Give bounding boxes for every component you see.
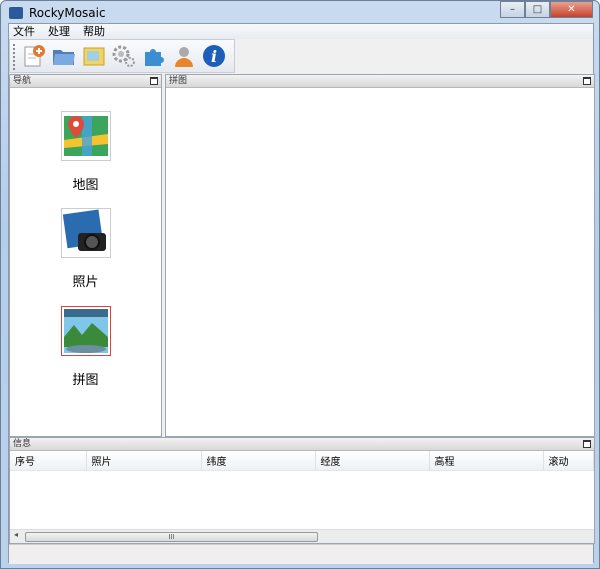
horizontal-scrollbar[interactable]: ◂ III <box>10 529 594 543</box>
column-header-index[interactable]: 序号 <box>10 451 87 471</box>
column-header-elevation[interactable]: 高程 <box>429 451 544 471</box>
open-folder-icon[interactable] <box>52 44 76 68</box>
mosaic-icon <box>60 306 111 356</box>
column-header-roll[interactable]: 滚动 <box>543 451 594 471</box>
pin-icon[interactable] <box>583 77 591 85</box>
menu-help[interactable]: 帮助 <box>83 24 105 39</box>
camera-icon <box>60 208 111 258</box>
info-table: 序号 照片 纬度 经度 高程 滚动 <box>10 451 594 471</box>
status-bar <box>9 544 593 564</box>
nav-panel-title: 导航 <box>13 76 32 86</box>
title-bar: RockyMosaic <box>9 4 106 22</box>
map-icon <box>60 111 111 161</box>
nav-item-photo[interactable]: 照片 <box>10 208 161 290</box>
nav-label-map: 地图 <box>72 178 99 193</box>
column-header-photo[interactable]: 照片 <box>86 451 202 471</box>
new-project-icon[interactable] <box>22 44 46 68</box>
nav-panel: 导航 地图 照片 拼图 <box>9 74 162 437</box>
maximize-button[interactable]: □ <box>525 1 550 18</box>
nav-item-mosaic[interactable]: 拼图 <box>10 306 161 388</box>
nav-item-map[interactable]: 地图 <box>10 111 161 193</box>
menu-file[interactable]: 文件 <box>13 24 35 39</box>
window-title: RockyMosaic <box>29 6 106 20</box>
menu-bar: 文件 处理 帮助 <box>9 24 593 39</box>
app-icon <box>9 7 23 19</box>
import-icon[interactable] <box>82 44 106 68</box>
pin-icon[interactable] <box>583 440 591 448</box>
settings-icon[interactable] <box>112 44 136 68</box>
nav-label-mosaic: 拼图 <box>72 373 99 388</box>
close-button[interactable]: ✕ <box>550 1 593 18</box>
pin-icon[interactable] <box>150 77 158 85</box>
nav-label-photo: 照片 <box>72 275 99 290</box>
info-panel-title: 信息 <box>13 439 32 449</box>
info-panel: 信息 序号 照片 纬度 经度 高程 滚动 ◂ III <box>9 437 595 544</box>
plugin-icon[interactable] <box>142 44 166 68</box>
scrollbar-thumb[interactable]: III <box>25 532 318 542</box>
scroll-left-arrow-icon[interactable]: ◂ <box>14 530 18 539</box>
menu-process[interactable]: 处理 <box>48 24 70 39</box>
mosaic-panel: 拼图 <box>165 74 595 437</box>
mosaic-panel-title: 拼图 <box>169 76 188 86</box>
column-header-latitude[interactable]: 纬度 <box>201 451 316 471</box>
svg-text:i: i <box>211 47 217 66</box>
user-icon[interactable] <box>172 44 196 68</box>
app-window: RockyMosaic – □ ✕ 文件 处理 帮助 i 导航 地图 照片 拼图… <box>0 0 600 569</box>
minimize-button[interactable]: – <box>500 1 525 18</box>
toolbar-grip[interactable] <box>13 44 15 70</box>
info-icon[interactable]: i <box>202 44 226 68</box>
column-header-longitude[interactable]: 经度 <box>315 451 430 471</box>
toolbar: i <box>9 39 235 73</box>
client-area: 文件 处理 帮助 i 导航 地图 照片 拼图 拼图 信息 序号 照片 纬度 经度… <box>8 23 595 564</box>
